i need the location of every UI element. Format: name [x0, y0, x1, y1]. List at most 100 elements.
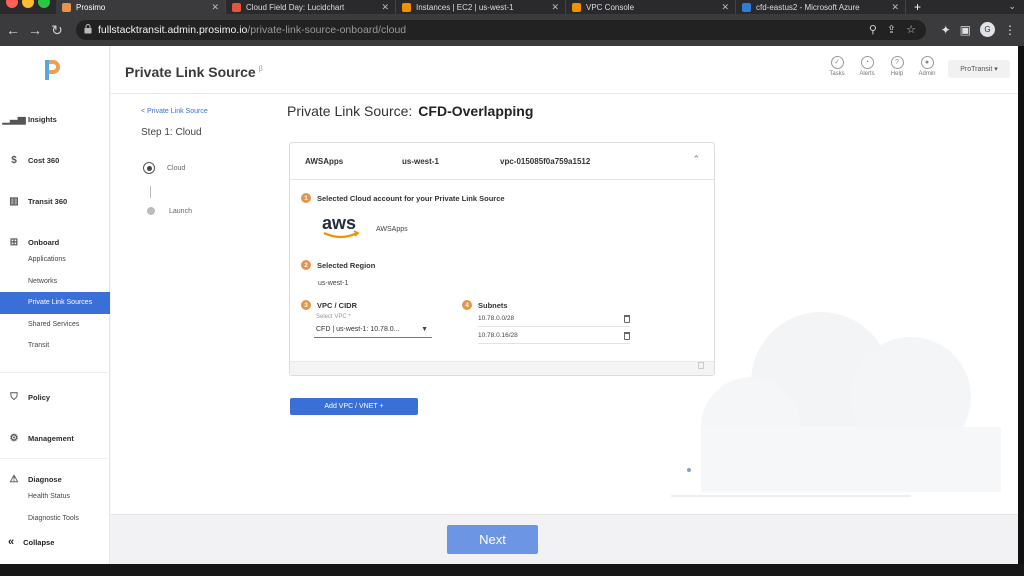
aws-favicon-icon: [572, 3, 581, 12]
nav-label: Onboard: [28, 237, 60, 247]
extensions-icon[interactable]: ✦: [941, 23, 951, 37]
prosimo-favicon-icon: [62, 3, 71, 12]
nav-cost-360[interactable]: $ Cost 360: [0, 153, 110, 167]
browser-tab-lucidchart[interactable]: Cloud Field Day: Lucidchart ✕: [226, 0, 396, 14]
os-taskbar: [0, 564, 1024, 576]
close-tab-icon[interactable]: ✕: [211, 2, 219, 13]
section-subnets: 4 Subnets: [462, 300, 508, 310]
delete-card-icon[interactable]: [698, 362, 704, 369]
close-tab-icon[interactable]: ✕: [381, 2, 389, 13]
card-region: us-west-1: [402, 157, 439, 166]
admin-button[interactable]: ● Admin: [916, 56, 938, 77]
close-tab-icon[interactable]: ✕: [891, 2, 899, 13]
browser-tab-ec2[interactable]: Instances | EC2 | us-west-1 ✕: [396, 0, 566, 14]
section-label: Subnets: [478, 300, 508, 310]
collapse-button[interactable]: « Collapse: [8, 536, 54, 548]
add-vpc-button[interactable]: Add VPC / VNET +: [290, 398, 418, 415]
bookmark-star-icon[interactable]: ☆: [906, 23, 916, 36]
nav-onboard-header[interactable]: ⊞ Onboard: [0, 235, 110, 249]
step-launch[interactable]: Launch: [145, 207, 192, 215]
card-account: AWSApps: [305, 157, 344, 166]
stepper: < Private Link Source Step 1: Cloud: [141, 108, 208, 138]
window-edge: [1018, 46, 1024, 564]
divider: [0, 458, 110, 459]
next-button[interactable]: Next: [447, 525, 538, 554]
sidebar-item-shared-services[interactable]: Shared Services: [0, 314, 110, 336]
subnet-value: 10.78.0.0/28: [478, 315, 515, 322]
sidebar-item-private-link-sources[interactable]: Private Link Sources: [0, 292, 110, 314]
wrench-icon: ⚙: [9, 432, 19, 444]
tab-label: Prosimo: [76, 2, 106, 12]
sidebar-item-diagnostic-tools[interactable]: Diagnostic Tools: [0, 508, 110, 530]
browser-toolbar: ← → ↻ fullstacktransit.admin.prosimo.io /…: [0, 14, 1024, 46]
browser-tab-prosimo[interactable]: Prosimo ✕: [56, 0, 226, 14]
selected-account-name: AWSApps: [376, 226, 408, 233]
aws-favicon-icon: [402, 3, 411, 12]
nav-transit-360[interactable]: ▥ Transit 360: [0, 194, 110, 208]
insights-icon: ▁▃▅: [2, 113, 26, 125]
address-bar[interactable]: fullstacktransit.admin.prosimo.io/privat…: [76, 20, 926, 40]
tasks-icon: ✓: [830, 56, 844, 69]
help-label: Help: [890, 71, 904, 77]
sidebar-item-applications[interactable]: Applications: [0, 249, 110, 271]
alerts-label: Alerts: [859, 71, 875, 77]
tasks-button[interactable]: ✓ Tasks: [826, 56, 848, 77]
chevron-up-icon[interactable]: ⌃: [692, 154, 700, 165]
close-window-button[interactable]: [6, 0, 18, 8]
step-label: Launch: [169, 207, 192, 215]
profile-avatar[interactable]: G: [980, 22, 995, 37]
zoom-icon[interactable]: ⚲: [869, 23, 877, 36]
step-label: Cloud: [167, 164, 186, 172]
nav-label: Insights: [28, 114, 57, 124]
minimize-window-button[interactable]: [22, 0, 34, 8]
help-button[interactable]: ? Help: [886, 56, 908, 77]
close-tab-icon[interactable]: ✕: [721, 2, 729, 13]
back-icon[interactable]: ←: [2, 22, 24, 38]
section-label: Selected Cloud account for your Private …: [317, 193, 505, 203]
section-cloud-account: 1 Selected Cloud account for your Private…: [301, 193, 505, 203]
step-number-badge: 3: [301, 300, 311, 310]
cloud-config-card: AWSApps us-west-1 vpc-015085f0a759a1512 …: [289, 142, 715, 376]
nav-label: Management: [28, 433, 74, 443]
tab-search-icon[interactable]: ⌄: [1008, 1, 1016, 12]
vpc-select[interactable]: CFD | us-west-1: 10.78.0... ▼: [314, 324, 432, 338]
trash-icon[interactable]: [624, 315, 630, 323]
admin-label: Admin: [918, 71, 936, 77]
help-icon: ?: [890, 56, 904, 69]
maximize-window-button[interactable]: [38, 0, 50, 8]
side-panel-icon[interactable]: ▣: [960, 23, 971, 37]
card-header[interactable]: AWSApps us-west-1 vpc-015085f0a759a1512 …: [290, 143, 714, 180]
forward-icon[interactable]: →: [24, 22, 46, 38]
browser-menu-icon[interactable]: ⋮: [1004, 23, 1016, 37]
lock-icon: [84, 24, 92, 34]
shield-icon: ⛉: [10, 391, 18, 403]
browser-tab-vpc[interactable]: VPC Console ✕: [566, 0, 736, 14]
nav-policy[interactable]: ⛉ Policy: [0, 390, 110, 404]
form-title-prefix: Private Link Source:: [287, 103, 413, 119]
selected-region-value: us-west-1: [318, 280, 349, 287]
subnet-row: 10.78.0.16/28: [478, 332, 630, 344]
nav-management[interactable]: ⚙ Management: [0, 431, 110, 445]
section-label: Selected Region: [317, 260, 376, 270]
alerts-button[interactable]: ◔ Alerts: [856, 56, 878, 77]
sidebar-item-transit[interactable]: Transit: [0, 335, 110, 357]
sidebar-item-health-status[interactable]: Health Status: [0, 486, 110, 508]
card-footer: [290, 361, 714, 375]
close-tab-icon[interactable]: ✕: [551, 2, 559, 13]
tenant-selector[interactable]: ProTransit ▾: [948, 60, 1010, 78]
reload-icon[interactable]: ↻: [46, 22, 68, 39]
share-icon[interactable]: ⇪: [887, 23, 896, 36]
new-tab-button[interactable]: +: [906, 0, 929, 14]
back-link[interactable]: < Private Link Source: [141, 108, 208, 115]
window-controls: [6, 0, 50, 8]
lucidchart-favicon-icon: [232, 3, 241, 12]
azure-favicon-icon: [742, 3, 751, 12]
step-cloud[interactable]: Cloud: [143, 162, 185, 174]
url-path: /private-link-source-onboard/cloud: [247, 24, 407, 36]
nav-insights[interactable]: ▁▃▅ Insights: [0, 112, 110, 126]
sidebar-item-networks[interactable]: Networks: [0, 271, 110, 293]
trash-icon[interactable]: [624, 332, 630, 340]
nav-diagnose-header[interactable]: ⚠ Diagnose: [0, 472, 110, 486]
page-header: Private Link Source β ✓ Tasks ◔ Alerts ? Hel…: [111, 46, 1018, 94]
browser-tab-azure[interactable]: cfd-eastus2 - Microsoft Azure ✕: [736, 0, 906, 14]
